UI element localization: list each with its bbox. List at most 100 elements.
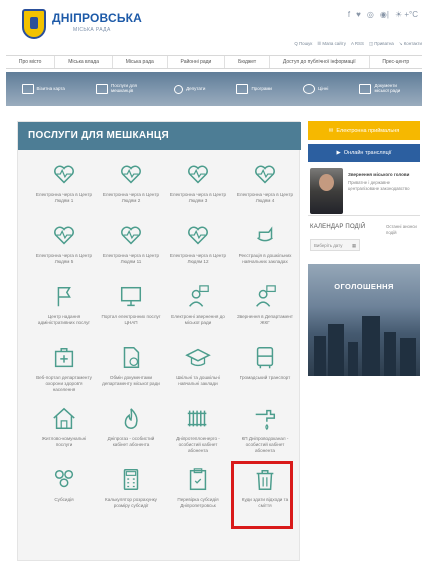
service-tile-label: Електронна черга в Центр Людям 11 bbox=[102, 253, 160, 265]
play-icon: ▶ bbox=[336, 150, 341, 156]
city-skyline-decoration bbox=[328, 324, 344, 376]
service-tile[interactable]: Обмін документами департаменту міської р… bbox=[101, 345, 161, 407]
quick-links-banner: Візитна карта Послуги для мешканців Депу… bbox=[6, 72, 422, 106]
service-tile[interactable]: КП Дніпроводоканал - особистий кабінет а… bbox=[235, 406, 295, 468]
service-tile[interactable]: Електронна черга в Центр Людям 3 bbox=[168, 162, 228, 224]
service-tile[interactable]: Електронна черга в Центр Людям 11 bbox=[101, 223, 161, 285]
service-tile[interactable]: Електронні звернення до міської ради bbox=[168, 284, 228, 346]
heart-pulse-icon bbox=[184, 162, 212, 188]
events-note[interactable]: Останні анонси подій bbox=[386, 224, 420, 236]
document-check-icon bbox=[117, 345, 145, 371]
e-reception-button[interactable]: ✉ Електронна приймальня bbox=[308, 121, 420, 140]
nav-item-city-council[interactable]: Міська рада bbox=[113, 56, 168, 68]
grid-icon bbox=[96, 84, 109, 94]
service-tile[interactable]: Центр надання адміністративних послуг bbox=[34, 284, 94, 346]
document-icon bbox=[236, 84, 249, 94]
service-tile-label: Дніпротеплоенерго - особистий кабінет аб… bbox=[176, 436, 220, 454]
contacts-link[interactable]: ↘ Контакти bbox=[399, 41, 422, 47]
mayor-title[interactable]: Звернення міського голови bbox=[348, 172, 418, 178]
service-tile-label: Електронна черга в Центр Людям 12 bbox=[169, 253, 227, 265]
social-icon[interactable]: ♥ bbox=[356, 10, 361, 19]
mayor-photo[interactable] bbox=[310, 168, 343, 214]
nav-item-public-info[interactable]: Доступ до публічної інформації bbox=[270, 56, 370, 68]
trash-can-icon bbox=[251, 467, 279, 493]
service-tile-label: Звернення в Департамент ЖКГ bbox=[236, 314, 294, 326]
folder-icon bbox=[359, 84, 372, 94]
gas-flame-icon bbox=[117, 406, 145, 432]
service-tile[interactable]: Електронна черга в Центр Людям 1 bbox=[34, 162, 94, 224]
quick-link-deputies[interactable]: Депутати bbox=[174, 84, 205, 94]
quick-link-label: Послуги для мешканців bbox=[111, 83, 137, 93]
service-tile[interactable]: Електронна черга в Центр Людям 4 bbox=[235, 162, 295, 224]
mayor-block[interactable]: Звернення міського голови Приватне і дер… bbox=[308, 166, 420, 216]
water-tap-icon bbox=[251, 406, 279, 432]
nav-item-press-center[interactable]: Прес-центр bbox=[370, 56, 422, 68]
nav-item-city-authority[interactable]: Міська влада bbox=[55, 56, 113, 68]
facebook-icon[interactable]: f bbox=[348, 10, 350, 19]
service-tile-label: Веб-портал департаменту охорони здоров'я… bbox=[36, 375, 92, 393]
envelope-icon: ✉ bbox=[328, 127, 334, 134]
quick-link-label: Цінні bbox=[318, 85, 329, 91]
quick-link-values[interactable]: Цінні bbox=[303, 84, 328, 94]
service-tile[interactable]: Калькулятор розрахунку розміру субсидії bbox=[101, 467, 161, 529]
privacy-link[interactable]: ◫ Приватна bbox=[369, 41, 394, 47]
instagram-icon[interactable]: ◎ bbox=[367, 10, 374, 19]
house-icon bbox=[50, 406, 78, 432]
service-tile-label: Портал електронних послуг ЦНАП bbox=[101, 314, 161, 326]
person-icon bbox=[174, 84, 184, 94]
logo-title[interactable]: ДНІПРОВСЬКА bbox=[52, 11, 142, 25]
quick-link-documents[interactable]: Документи міської ради bbox=[359, 83, 406, 94]
service-tile-label: Реєстрація в дошкільних навчальних закла… bbox=[238, 253, 292, 265]
top-links: Q Пошук ☰ Мапа сайту A RSS ◫ Приватна ↘ … bbox=[294, 41, 422, 47]
nav-item-district-councils[interactable]: Районні ради bbox=[168, 56, 226, 68]
heart-pulse-icon bbox=[117, 162, 145, 188]
service-tile[interactable]: Портал електронних послуг ЦНАП bbox=[101, 284, 161, 346]
search-link[interactable]: Q Пошук bbox=[294, 41, 312, 47]
online-broadcast-button[interactable]: ▶ Онлайн трансляції bbox=[308, 144, 420, 162]
media-icon[interactable]: ◉| bbox=[380, 10, 389, 19]
city-skyline-decoration bbox=[314, 336, 326, 376]
service-tile[interactable]: Житлово-комунальні послуги bbox=[34, 406, 94, 468]
city-skyline-decoration bbox=[362, 316, 380, 376]
rss-link[interactable]: A RSS bbox=[351, 41, 364, 47]
person-chat-icon bbox=[251, 284, 279, 310]
service-tile[interactable]: Дніпротеплоенерго - особистий кабінет аб… bbox=[168, 406, 228, 468]
service-tile-label: Електронні звернення до міської ради bbox=[171, 314, 225, 326]
sitemap-link[interactable]: ☰ Мапа сайту bbox=[317, 41, 346, 47]
date-select[interactable]: Виберіть дату ▦ bbox=[310, 239, 360, 251]
service-tile[interactable]: Громадський транспорт bbox=[235, 345, 295, 407]
coat-of-arms-logo[interactable] bbox=[22, 9, 46, 39]
medical-kit-icon bbox=[50, 345, 78, 371]
service-tile[interactable]: Субсидія bbox=[34, 467, 94, 529]
service-tile[interactable]: Перевірка субсидія Дніпропетровськ bbox=[168, 467, 228, 529]
nav-item-budget[interactable]: Бюджет bbox=[225, 56, 271, 68]
announcements-banner[interactable]: ОГОЛОШЕННЯ bbox=[308, 264, 420, 376]
quick-link-services[interactable]: Послуги для мешканців bbox=[96, 83, 143, 94]
service-tile[interactable]: Електронна черга в Центр Людям 2 bbox=[101, 162, 161, 224]
service-tile-label: Громадський транспорт bbox=[239, 375, 291, 380]
quick-link-programs[interactable]: Програми bbox=[236, 84, 272, 94]
service-tile[interactable]: Реєстрація в дошкільних навчальних закла… bbox=[235, 223, 295, 285]
services-panel: ПОСЛУГИ ДЛЯ МЕШКАНЦЯ Електронна черга в … bbox=[17, 121, 301, 561]
service-tile[interactable]: Електронна черга в Центр Людям 12 bbox=[168, 223, 228, 285]
service-tile-label: Житлово-комунальні послуги bbox=[41, 436, 87, 448]
service-tile-label: Куди здати відходи та сміття bbox=[241, 497, 289, 509]
service-tile[interactable]: Дніпрогаз - особистий кабінет абонента bbox=[101, 406, 161, 468]
service-tile[interactable]: Електронна черга в Центр Людям 5 bbox=[34, 223, 94, 285]
service-tile[interactable]: Шкільні та дошкільні навчальні заклади bbox=[168, 345, 228, 407]
service-tile-label: Центр надання адміністративних послуг bbox=[37, 314, 91, 326]
service-tile[interactable]: Куди здати відходи та сміття bbox=[231, 461, 295, 529]
e-reception-label: Електронна приймальня bbox=[336, 127, 400, 134]
nav-item-city[interactable]: Про місто bbox=[6, 56, 56, 68]
flag-icon bbox=[50, 284, 78, 310]
site-header: ДНІПРОВСЬКА МІСЬКА РАДА f ♥ ◎ ◉| ☀ +°C Q… bbox=[0, 0, 426, 58]
services-panel-header: ПОСЛУГИ ДЛЯ МЕШКАНЦЯ bbox=[18, 122, 301, 150]
quick-link-business-card[interactable]: Візитна карта bbox=[21, 84, 65, 94]
service-tile[interactable]: Веб-портал департаменту охорони здоров'я… bbox=[34, 345, 94, 407]
online-broadcast-label: Онлайн трансляції bbox=[343, 150, 392, 156]
logo-subtitle: МІСЬКА РАДА bbox=[73, 27, 111, 33]
date-select-value: Виберіть дату bbox=[314, 243, 343, 248]
service-tile[interactable]: Звернення в Департамент ЖКГ bbox=[235, 284, 295, 346]
badge-icon bbox=[303, 84, 316, 94]
person-chat-icon bbox=[184, 284, 212, 310]
